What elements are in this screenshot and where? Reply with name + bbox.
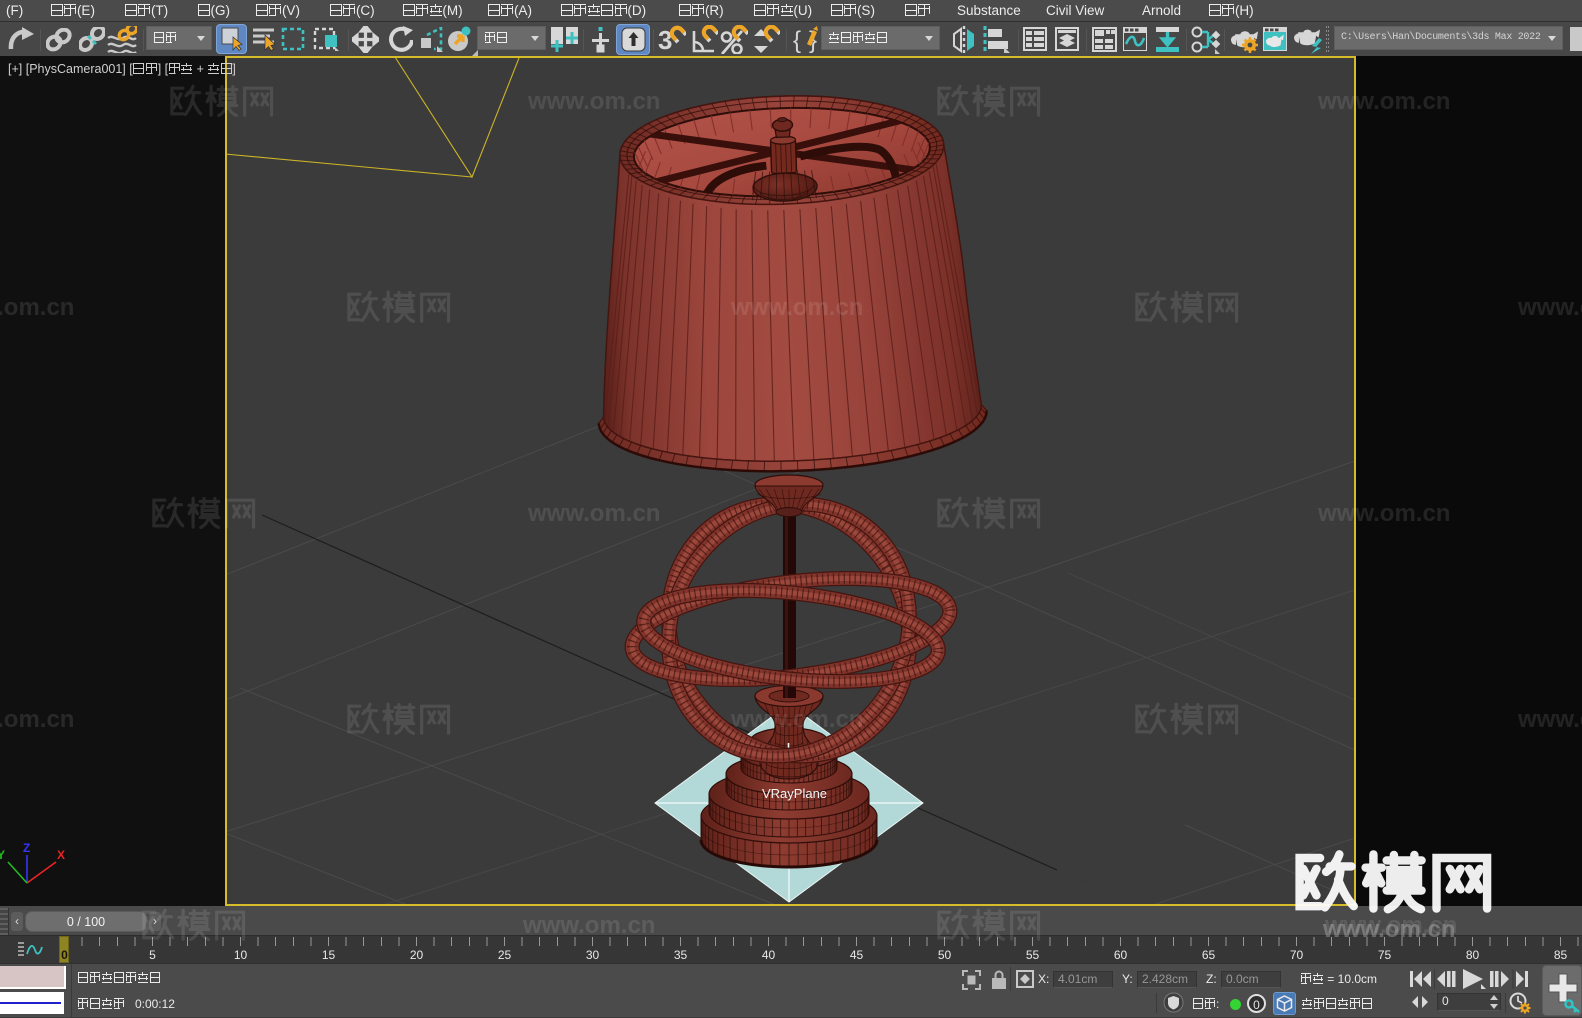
svg-text:Y: Y xyxy=(0,848,5,862)
svg-text:{: { xyxy=(793,27,801,54)
svg-text:X: X xyxy=(57,848,65,862)
svg-text:3: 3 xyxy=(658,25,672,54)
svg-text:Z: Z xyxy=(23,841,30,855)
svg-text:VRayPlane: VRayPlane xyxy=(762,786,827,801)
